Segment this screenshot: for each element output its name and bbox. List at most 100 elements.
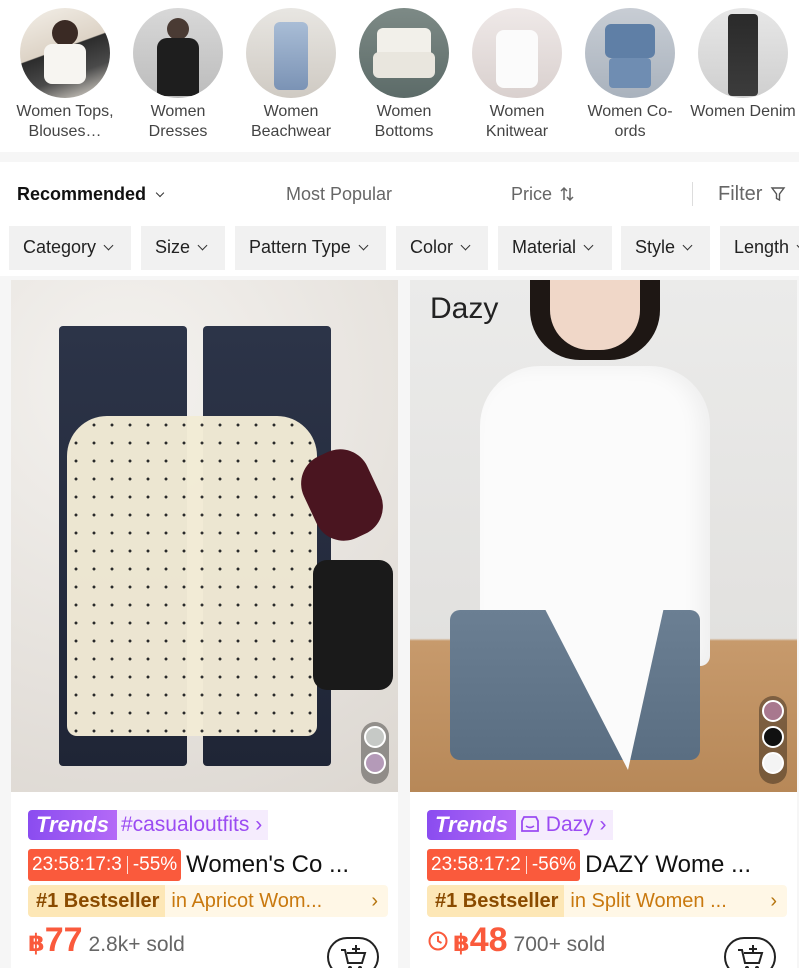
category-item-denim[interactable]: Women Denim <box>688 8 798 142</box>
trend-tag-label: #casualoutfits <box>120 813 250 836</box>
product-title[interactable]: DAZY Wome ... <box>585 851 751 879</box>
sort-price[interactable]: Price <box>511 184 575 205</box>
flash-sale-badge: 23:58:17:2 -56% <box>427 849 581 881</box>
chip-label: Pattern Type <box>249 237 351 257</box>
chip-label: Material <box>512 237 577 257</box>
color-swatch[interactable] <box>762 700 784 722</box>
bestseller-badge: #1 Bestseller <box>28 885 166 917</box>
chevron-down-icon <box>460 240 471 251</box>
brand-watermark: Dazy <box>430 292 499 325</box>
chip-label: Length <box>734 237 790 257</box>
product-image[interactable]: Dazy <box>410 280 797 792</box>
color-swatch[interactable] <box>762 752 784 774</box>
color-swatch[interactable] <box>364 752 386 774</box>
category-label: Women Dresses <box>148 103 208 140</box>
filter-button[interactable]: Filter <box>718 183 786 206</box>
category-thumb-image <box>359 8 449 98</box>
filter-chip-size[interactable]: Size <box>141 226 225 270</box>
filter-chip-category[interactable]: Category <box>9 226 131 270</box>
sort-arrows-icon <box>560 186 574 202</box>
category-item-beachwear[interactable]: Women Beachwear <box>236 8 346 142</box>
filter-chip-style[interactable]: Style <box>621 226 710 270</box>
sort-recommended-label: Recommended <box>17 184 147 204</box>
category-thumb-image <box>585 8 675 98</box>
chevron-right-icon: › <box>599 813 607 836</box>
currency-symbol: ฿ <box>453 930 470 957</box>
product-title[interactable]: Women's Co ... <box>186 851 349 879</box>
category-label: Women Beachwear <box>250 103 332 140</box>
bestseller-text: in Apricot Wom... <box>171 889 323 912</box>
chevron-right-icon: › <box>255 813 263 836</box>
product-card[interactable]: Dazy Trends Dazy › 23:58:17:2 -56% DAZY W… <box>410 280 797 968</box>
clock-icon <box>428 931 448 950</box>
bestseller-badge: #1 Bestseller <box>427 885 565 917</box>
category-label: Women Knitwear <box>485 103 549 140</box>
product-price: 48 <box>469 921 508 959</box>
chip-label: Color <box>410 237 454 257</box>
color-swatch[interactable] <box>364 726 386 748</box>
bestseller-text: in Split Women ... <box>570 889 727 912</box>
sold-count: 700+ sold <box>513 933 606 956</box>
filter-chip-color[interactable]: Color <box>396 226 488 270</box>
color-swatch-group <box>759 696 787 784</box>
category-item-bottoms[interactable]: Women Bottoms <box>349 8 459 142</box>
filter-label: Filter <box>718 183 763 205</box>
discount-label: -56% <box>531 854 577 875</box>
add-to-cart-button[interactable] <box>327 937 379 968</box>
chevron-right-icon: › <box>770 889 777 912</box>
chip-label: Size <box>155 237 191 257</box>
currency-symbol: ฿ <box>28 930 45 957</box>
flash-sale-badge: 23:58:17:3 -55% <box>28 849 182 881</box>
category-thumb-image <box>472 8 562 98</box>
category-thumb-image <box>20 8 110 98</box>
store-icon <box>521 816 539 832</box>
filter-chip-bar: Category Size Pattern Type Color Materia… <box>0 226 799 276</box>
category-thumb-image <box>133 8 223 98</box>
sort-divider <box>692 182 693 206</box>
filter-chip-material[interactable]: Material <box>498 226 612 270</box>
filter-chip-pattern-type[interactable]: Pattern Type <box>235 226 386 270</box>
price-row: ฿ 48 700+ sold <box>427 921 605 960</box>
category-item-co-ords[interactable]: Women Co-ords <box>575 8 685 142</box>
category-thumb-image <box>246 8 336 98</box>
flash-sale-row: 23:58:17:2 -56% DAZY Wome ... <box>427 849 787 881</box>
chip-label: Category <box>23 237 97 257</box>
filter-funnel-icon <box>770 187 786 202</box>
category-item-tops[interactable]: Women Tops, Blouses… <box>10 8 120 142</box>
sort-most-popular[interactable]: Most Popular <box>286 184 392 205</box>
sort-bar: Recommended Most Popular Price Filter <box>0 162 799 226</box>
countdown-timer: 23:58:17:2 <box>431 854 521 875</box>
cart-plus-icon <box>341 945 367 968</box>
price-row: ฿ 77 2.8k+ sold <box>28 921 185 960</box>
filter-chip-length[interactable]: Length <box>720 226 799 270</box>
chevron-down-icon <box>682 240 693 251</box>
category-label: Women Denim <box>690 103 796 120</box>
chevron-down-icon <box>155 188 165 198</box>
chevron-down-icon <box>583 240 594 251</box>
add-to-cart-button[interactable] <box>724 937 776 968</box>
sort-recommended[interactable]: Recommended <box>17 184 165 205</box>
product-image[interactable] <box>11 280 398 792</box>
flash-sale-row: 23:58:17:3 -55% Women's Co ... <box>28 849 388 881</box>
product-price: 77 <box>44 921 83 959</box>
category-item-knitwear[interactable]: Women Knitwear <box>462 8 572 142</box>
trend-tag: #casualoutfits › <box>116 810 269 840</box>
trend-row[interactable]: Trends #casualoutfits › <box>28 810 269 840</box>
bestseller-row[interactable]: #1 Bestseller in Apricot Wom... › <box>28 885 388 917</box>
trend-tag: Dazy › <box>515 810 613 840</box>
color-swatch[interactable] <box>762 726 784 748</box>
color-swatch-group <box>361 722 389 784</box>
chevron-down-icon <box>358 240 369 251</box>
trends-badge: Trends <box>427 810 516 840</box>
category-item-dresses[interactable]: Women Dresses <box>123 8 233 142</box>
trend-row[interactable]: Trends Dazy › <box>427 810 613 840</box>
category-strip: Women Tops, Blouses… Women Dresses Women… <box>0 0 799 152</box>
bestseller-row[interactable]: #1 Bestseller in Split Women ... › <box>427 885 787 917</box>
sold-count: 2.8k+ sold <box>88 933 185 956</box>
chevron-right-icon: › <box>371 889 378 912</box>
category-label: Women Bottoms <box>374 103 434 140</box>
product-card[interactable]: Trends #casualoutfits › 23:58:17:3 -55% W… <box>11 280 398 968</box>
cart-plus-icon <box>738 945 764 968</box>
countdown-timer: 23:58:17:3 <box>32 854 122 875</box>
category-label: Women Co-ords <box>587 103 673 140</box>
